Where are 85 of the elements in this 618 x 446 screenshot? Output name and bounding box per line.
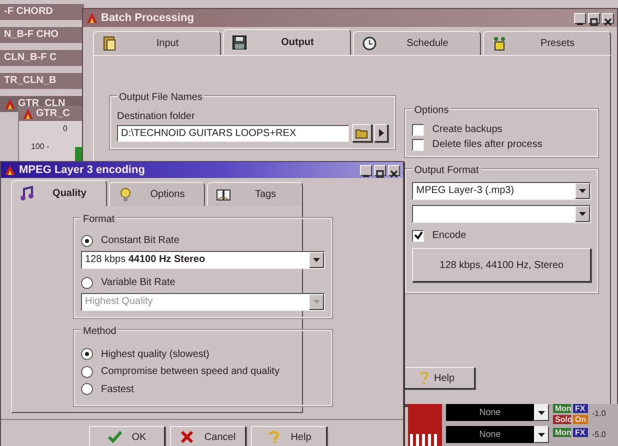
app-icon (4, 164, 16, 176)
tab[interactable]: Schedule (353, 31, 481, 55)
close-icon[interactable] (388, 164, 400, 176)
dropdown-button[interactable] (534, 404, 549, 421)
cross-icon (180, 431, 194, 443)
arrow-button[interactable] (374, 124, 388, 142)
toggle-button[interactable]: Mon (553, 404, 571, 413)
tab[interactable]: Options (109, 182, 205, 206)
dropdown[interactable] (412, 205, 591, 223)
folder-icon (354, 128, 369, 138)
dropdown-arrow-icon (579, 212, 586, 216)
radio-button[interactable] (81, 234, 93, 246)
dialog-button[interactable]: Help (251, 426, 327, 446)
minimize-icon[interactable] (574, 12, 586, 24)
app-icon (22, 108, 34, 120)
input-dropdown[interactable]: None (446, 426, 534, 443)
tab[interactable]: Presets (483, 31, 611, 55)
format-dropdown[interactable]: MPEG Layer-3 (.mp3) (412, 182, 591, 200)
book-icon (216, 187, 231, 202)
track-label: GTR_CLN (18, 97, 66, 109)
dropdown-arrow-icon (538, 410, 545, 414)
group-title: Options (412, 103, 451, 118)
radio-label: Constant Bit Rate (101, 234, 180, 248)
checkbox[interactable] (412, 230, 424, 242)
scale-label: 100 - (31, 141, 50, 153)
track-title: GTR_C (36, 107, 70, 121)
toggle-button[interactable]: FX (573, 404, 588, 413)
minimize-icon[interactable] (360, 164, 372, 176)
input-dropdown[interactable]: None (446, 404, 534, 421)
question-mark-icon (420, 372, 428, 384)
field-label: Destination folder (117, 110, 196, 124)
dropdown-arrow-icon (579, 189, 586, 193)
maximize-icon[interactable] (374, 164, 386, 176)
checkbox-label: Encode (432, 229, 466, 243)
track-label: N_B-F CHO (0, 27, 84, 43)
group-title: Output Format (412, 163, 481, 178)
scale-label: 0 (63, 123, 68, 135)
clock-icon (362, 36, 377, 51)
document-icon (102, 36, 117, 51)
track-label: CLN_B-F C (0, 50, 84, 66)
window-title: Batch Processing (101, 10, 194, 26)
toggle-button[interactable]: FX (573, 428, 588, 437)
maximize-icon[interactable] (588, 12, 600, 24)
radio-button[interactable] (81, 383, 93, 395)
app-icon (86, 12, 98, 24)
group-title: Output File Names (117, 90, 204, 105)
window-title: MPEG Layer 3 encoding (19, 162, 145, 178)
check-mark-icon (108, 431, 122, 443)
track-color-strip (408, 404, 442, 446)
dropdown-arrow-icon (313, 258, 320, 262)
box-icon (492, 36, 507, 51)
radio-label: Variable Bit Rate (101, 276, 176, 290)
level-reading: -1.0 (592, 408, 606, 420)
app-icon (4, 98, 16, 110)
folder-field[interactable]: D:\TECHNOID GUITARS LOOPS+REX (117, 124, 350, 142)
radio-button[interactable] (81, 348, 93, 360)
toggle-button[interactable]: Mon (553, 428, 571, 437)
radio-label: Highest quality (slowest) (101, 348, 210, 362)
checkbox[interactable] (412, 138, 424, 150)
tab[interactable]: Tags (207, 182, 303, 206)
browse-button[interactable] (352, 124, 372, 142)
tab[interactable]: Output (223, 29, 351, 55)
dialog-button[interactable]: Cancel (170, 426, 246, 446)
light-bulb-icon (118, 187, 133, 202)
checkbox-label: Create backups (432, 123, 502, 137)
radio-label: Fastest (101, 382, 134, 396)
checkbox-label: Delete files after process (432, 138, 542, 152)
close-icon[interactable] (602, 12, 614, 24)
dropdown-arrow-icon (538, 432, 545, 436)
level-reading: -5.0 (592, 429, 606, 441)
track-label: TR_CLN_B (0, 73, 84, 89)
tab[interactable]: Quality (11, 180, 107, 206)
question-mark-icon (266, 431, 281, 443)
radio-button[interactable] (81, 366, 93, 378)
track-label: -F CHORD (0, 4, 84, 20)
quality-dropdown[interactable]: 128 kbps 44100 Hz Stereo (81, 250, 325, 268)
dropdown-button[interactable] (534, 426, 549, 443)
settings-button[interactable]: 128 kbps, 44100 Hz, Stereo (412, 248, 591, 282)
checkbox[interactable] (412, 124, 424, 136)
dropdown-arrow-icon (313, 300, 320, 304)
dialog-button[interactable]: OK (89, 426, 165, 446)
arrow-right-icon (378, 129, 384, 137)
tab[interactable]: Input (93, 31, 221, 55)
radio-label: Compromise between speed and quality (101, 365, 280, 379)
music-note-icon (20, 186, 35, 201)
